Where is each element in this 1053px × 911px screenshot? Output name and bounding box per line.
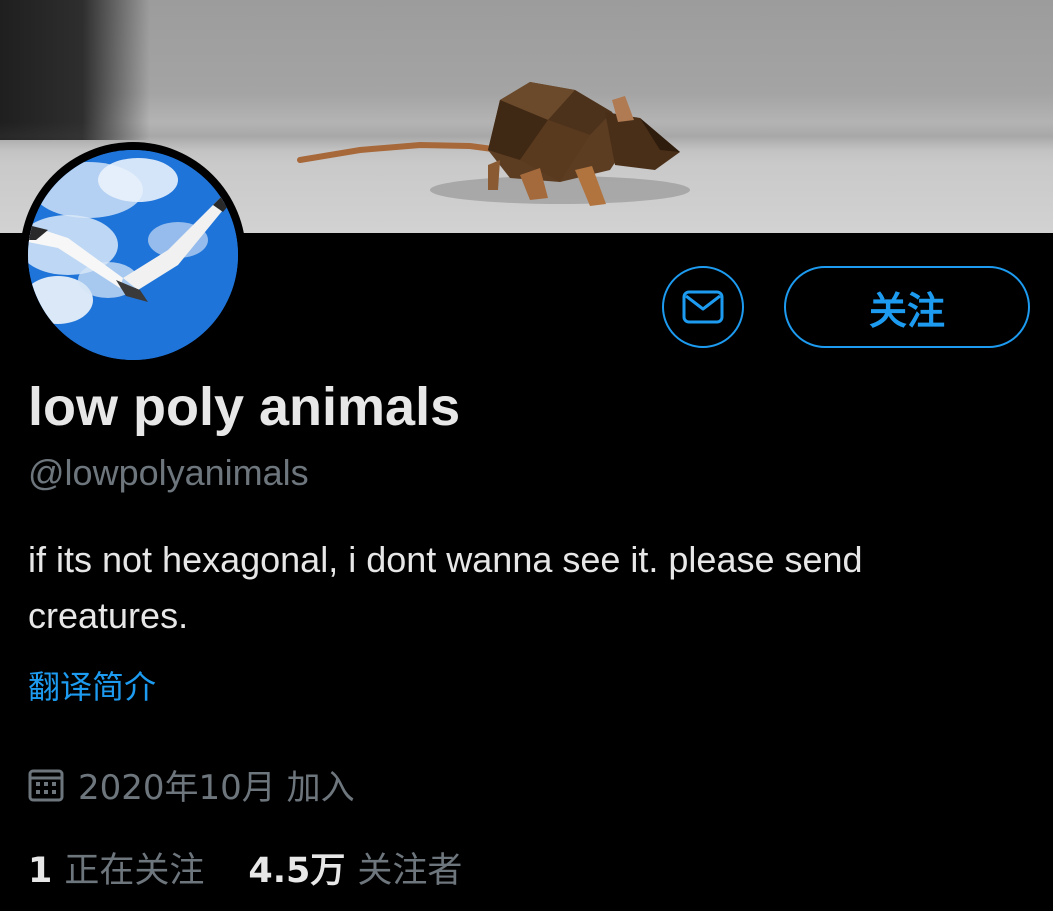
profile-bio: if its not hexagonal, i dont wanna see i… (28, 539, 863, 636)
profile-stats: 1 正在关注 4.5万 关注者 (28, 842, 462, 893)
translate-bio-link[interactable]: 翻译简介 (28, 662, 156, 708)
following-stat[interactable]: 1 正在关注 (28, 842, 204, 893)
joined-date-text: 2020年10月 加入 (78, 768, 355, 808)
avatar-image (28, 150, 238, 360)
followers-count: 4.5万 (248, 851, 346, 891)
calendar-icon (28, 769, 64, 801)
username-handle: @lowpolyanimals (28, 452, 309, 493)
following-count: 1 (28, 851, 53, 891)
following-label: 正在关注 (64, 851, 205, 891)
follow-button-label: 关注 (868, 288, 945, 333)
message-button[interactable] (662, 266, 744, 348)
followers-stat[interactable]: 4.5万 关注者 (248, 842, 462, 893)
avatar[interactable] (20, 142, 246, 368)
mail-icon (682, 290, 724, 324)
joined-date: 2020年10月 加入 (28, 760, 355, 809)
follow-button[interactable]: 关注 (784, 266, 1030, 348)
followers-label: 关注者 (357, 851, 463, 891)
display-name: low poly animals (28, 377, 461, 437)
